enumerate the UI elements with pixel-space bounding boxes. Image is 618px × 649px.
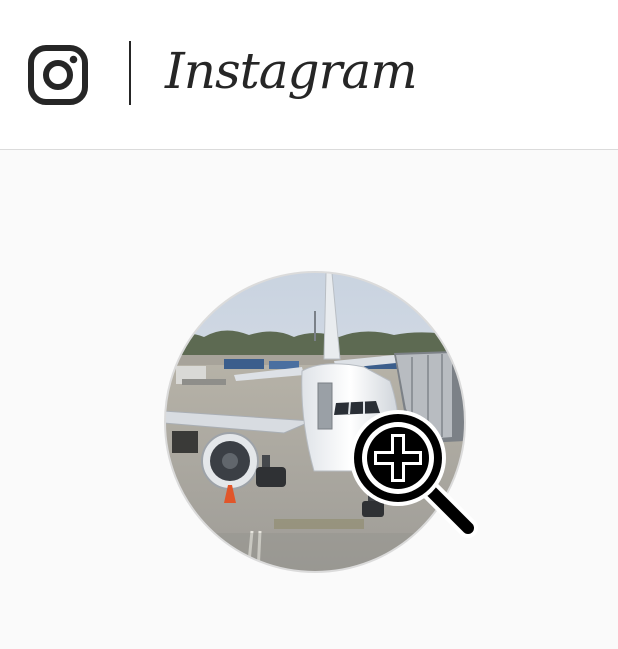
instagram-wordmark[interactable]: Instagram — [165, 40, 418, 102]
instagram-camera-icon[interactable] — [28, 45, 88, 105]
zoom-in-magnifier-icon[interactable] — [346, 406, 481, 541]
logo-divider — [129, 41, 131, 105]
top-bar: Instagram — [0, 0, 618, 150]
